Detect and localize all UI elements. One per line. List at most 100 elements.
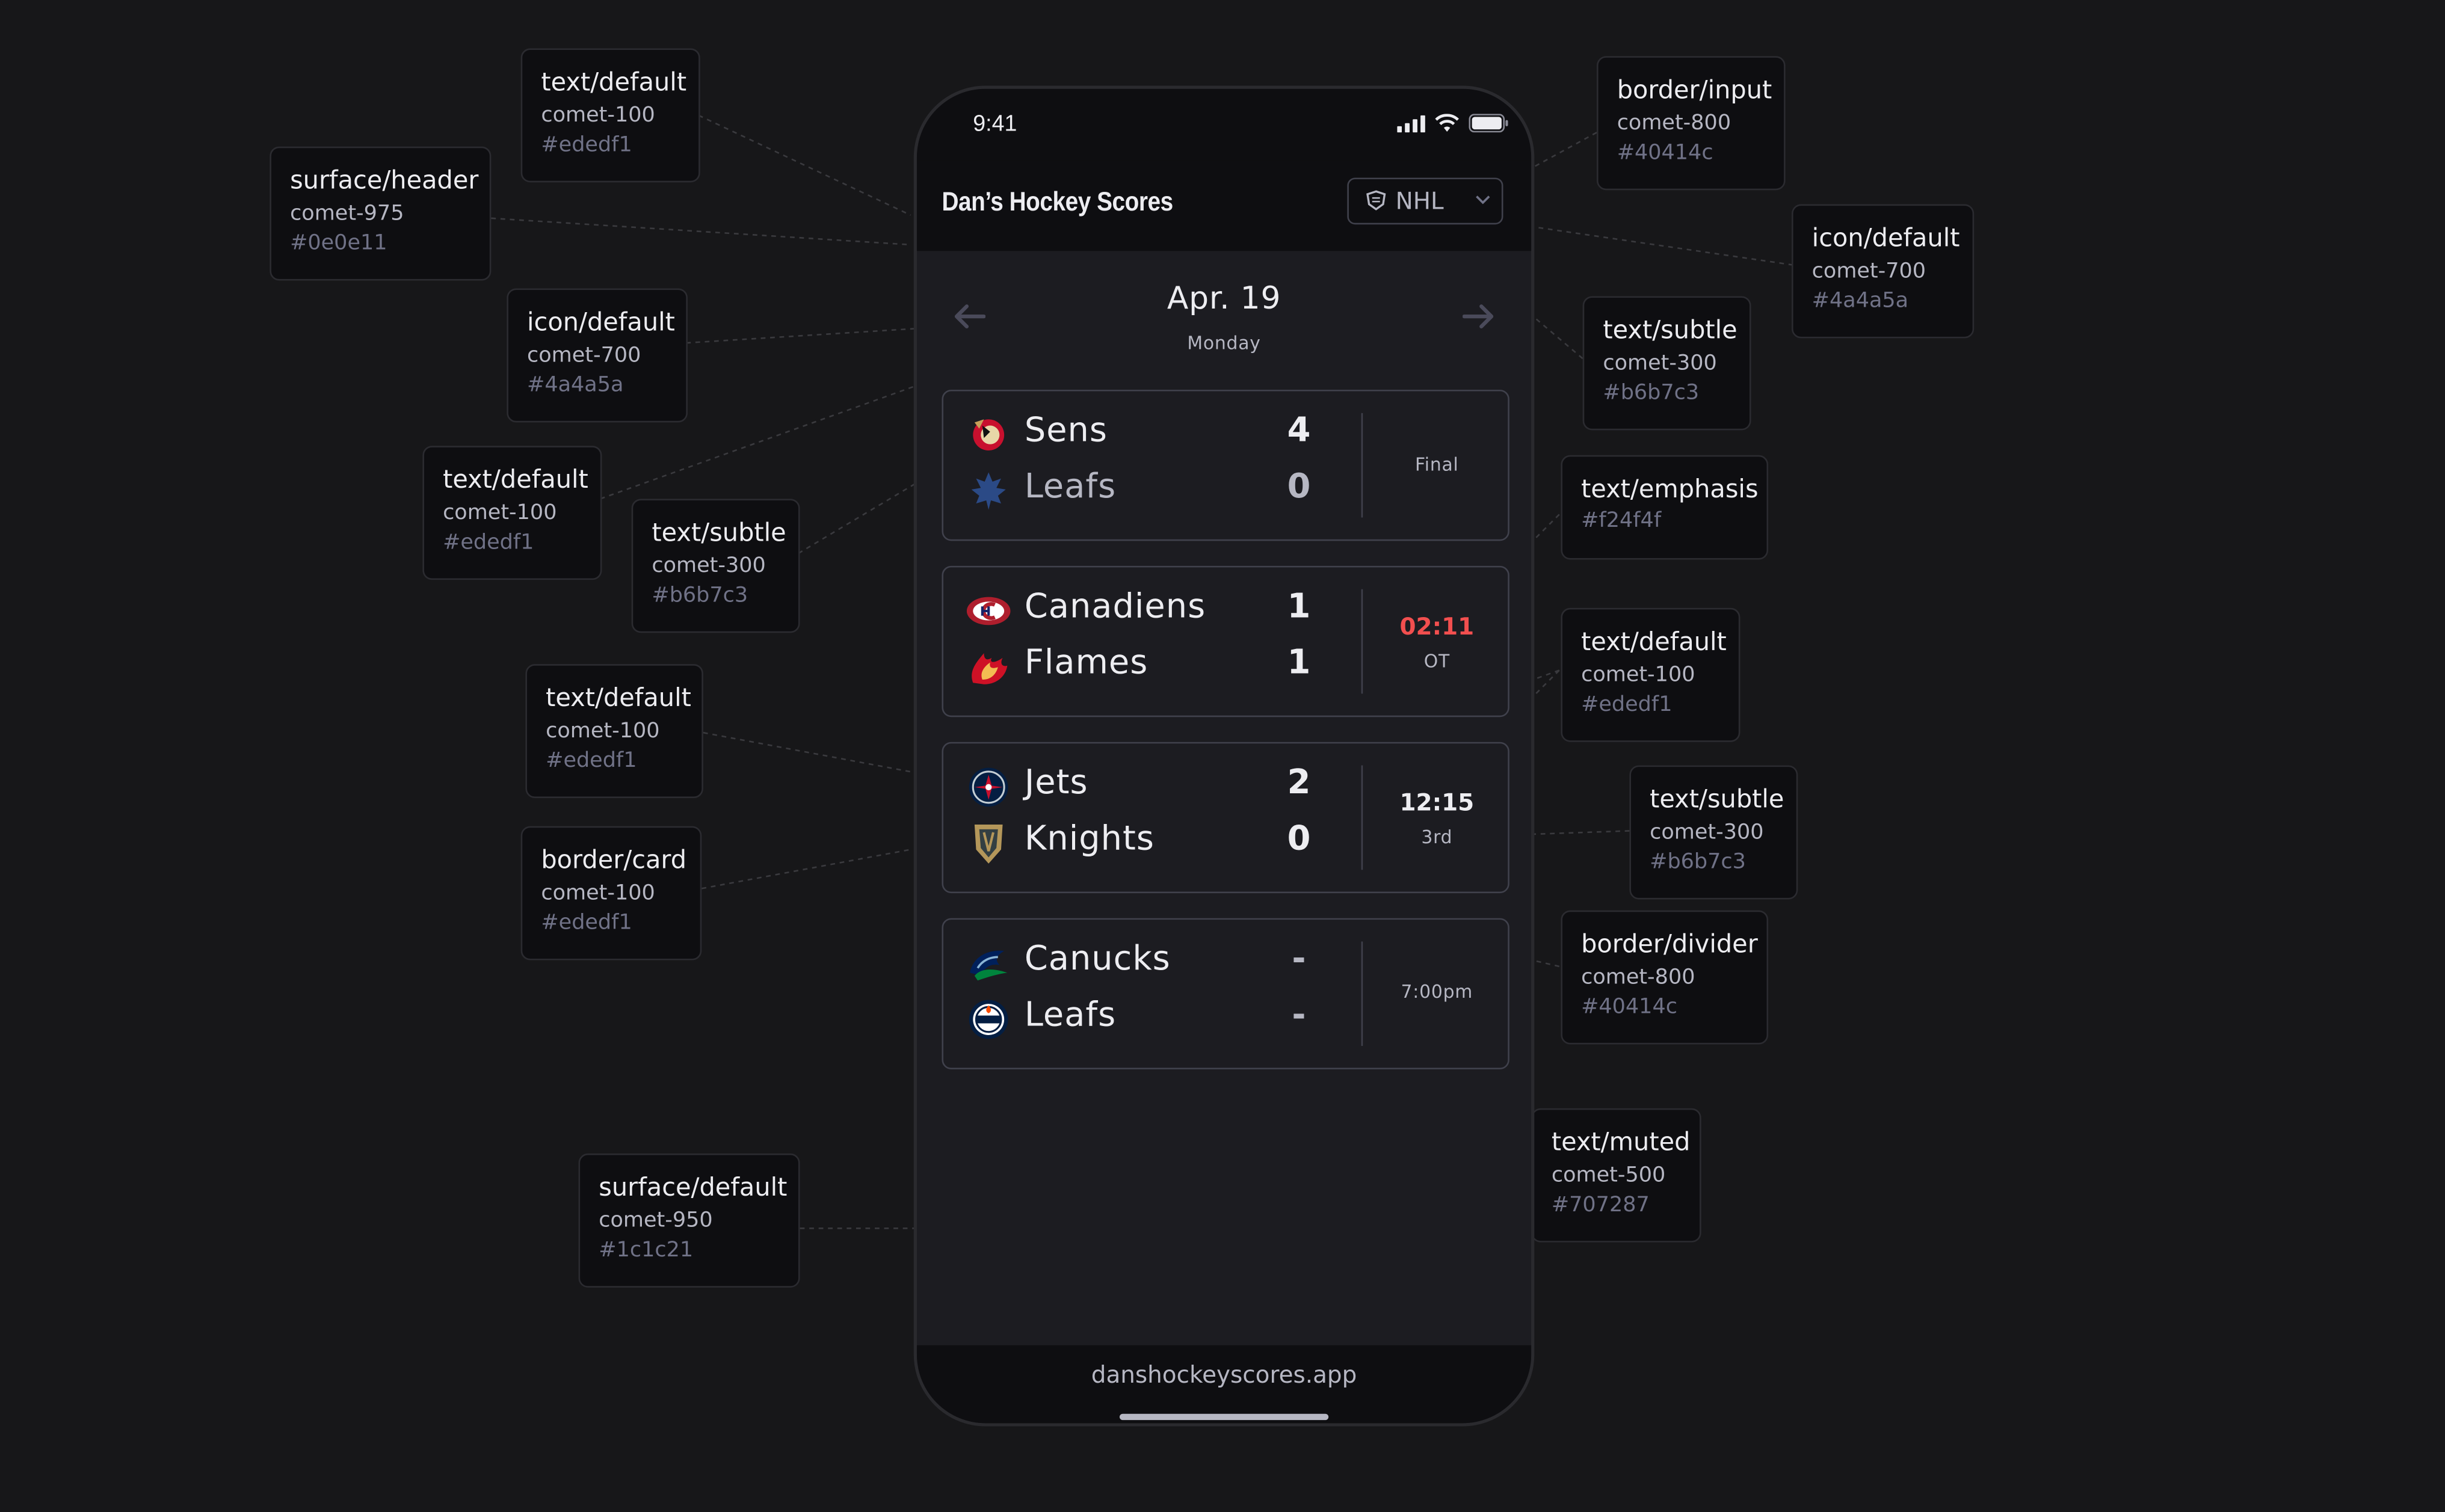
team-score: 0 <box>1287 820 1311 859</box>
token-scale-name: comet-100 <box>541 103 655 128</box>
token-scale-name: comet-500 <box>1551 1163 1666 1188</box>
card-divider <box>1361 765 1363 870</box>
token-hex: #4a4a5a <box>1811 288 1909 313</box>
league-select[interactable]: NHL <box>1347 177 1503 225</box>
oilers-logo <box>969 1000 1008 1039</box>
token-label: text/default <box>541 67 687 97</box>
signal-icon <box>1397 114 1425 132</box>
token-hex: #b6b7c3 <box>1603 380 1700 405</box>
team-row: Jets 2 <box>943 759 1364 815</box>
token-callout: border/divider comet-800 #40414c <box>1561 910 1769 1045</box>
maple-leafs-logo <box>971 472 1006 510</box>
flames-logo <box>972 653 1008 684</box>
chevron-down-icon <box>1476 195 1490 204</box>
battery-icon <box>1469 114 1508 133</box>
token-scale-name: comet-100 <box>443 500 557 526</box>
browser-footer: danshockeyscores.app <box>916 1345 1532 1424</box>
team-name: Leafs <box>1024 467 1117 507</box>
game-card[interactable]: Canucks - Leafs - 7:00pm <box>942 918 1509 1069</box>
token-label: border/divider <box>1581 929 1758 959</box>
token-hex: #b6b7c3 <box>652 583 748 608</box>
token-label: text/muted <box>1551 1126 1691 1157</box>
token-label: text/subtle <box>1603 315 1737 345</box>
team-name: Flames <box>1024 644 1149 683</box>
team-row: Leafs 0 <box>943 463 1364 519</box>
token-label: text/subtle <box>1650 784 1784 814</box>
team-score: 1 <box>1287 644 1311 683</box>
date-navigator: Apr. 19 Monday <box>917 251 1531 388</box>
canucks-logo <box>970 950 1008 981</box>
team-name: Canucks <box>1024 939 1171 979</box>
token-hex: #4a4a5a <box>527 372 624 398</box>
team-name: Knights <box>1024 820 1155 859</box>
game-card[interactable]: Canadiens 1 Flames 1 02:11 OT <box>942 565 1509 718</box>
token-scale-name: comet-700 <box>527 343 641 368</box>
home-indicator[interactable] <box>1119 1413 1329 1421</box>
team-score: 1 <box>1287 588 1311 627</box>
team-name: Sens <box>1024 411 1108 451</box>
app-header: Dan’s Hockey Scores NHL <box>916 160 1532 251</box>
status-bar: 9:41 <box>916 88 1532 161</box>
token-callout: icon/default comet-700 #4a4a5a <box>1791 204 1975 339</box>
token-callout: text/default comet-100 #ededf1 <box>1561 607 1740 742</box>
token-hex: #f24f4f <box>1581 508 1662 533</box>
token-label: icon/default <box>527 307 675 337</box>
token-hex: #ededf1 <box>541 910 632 936</box>
team-row: Canadiens 1 <box>943 583 1364 639</box>
token-label: border/input <box>1617 75 1772 105</box>
arrow-right-icon[interactable] <box>1463 304 1494 329</box>
team-row: Canucks - <box>943 935 1364 991</box>
date-label: Apr. 19 <box>1167 278 1281 317</box>
token-scale-name: comet-975 <box>290 201 404 226</box>
game-status: Final <box>1415 453 1459 476</box>
token-scale-name: comet-100 <box>546 718 660 744</box>
status-time: 9:41 <box>973 112 1017 138</box>
token-scale-name: comet-800 <box>1617 111 1731 136</box>
team-name: Canadiens <box>1024 588 1206 627</box>
token-scale-name: comet-300 <box>1603 351 1717 376</box>
token-label: text/default <box>1581 626 1727 657</box>
token-callout: text/subtle comet-300 #b6b7c3 <box>1629 765 1798 900</box>
token-label: text/subtle <box>652 517 786 547</box>
team-score: - <box>1292 939 1306 979</box>
token-hex: #0e0e11 <box>290 230 387 256</box>
game-clock: 12:15 <box>1399 788 1475 817</box>
game-card[interactable]: Sens 4 Leafs 0 Final <box>942 389 1509 541</box>
jets-logo <box>969 767 1008 807</box>
token-callout: text/default comet-100 #ededf1 <box>520 48 700 183</box>
game-card[interactable]: Jets 2 Knights 0 12:15 3rd <box>942 742 1509 894</box>
game-status: 3rd <box>1421 826 1453 848</box>
token-callout: text/subtle comet-300 #b6b7c3 <box>631 499 800 633</box>
token-hex: #707287 <box>1551 1192 1650 1218</box>
token-callout: text/subtle comet-300 #b6b7c3 <box>1582 296 1751 431</box>
token-scale-name: comet-100 <box>541 880 655 906</box>
token-scale-name: comet-800 <box>1581 965 1695 990</box>
golden-knights-logo <box>974 825 1003 864</box>
token-label: border/card <box>541 844 687 874</box>
token-scale-name: comet-700 <box>1811 259 1926 284</box>
token-callout: surface/default comet-950 #1c1c21 <box>578 1153 800 1288</box>
team-score: - <box>1292 996 1306 1035</box>
token-scale-name: comet-300 <box>1650 820 1764 845</box>
token-label: surface/default <box>599 1172 788 1202</box>
token-callout: border/input comet-800 #40414c <box>1597 56 1786 191</box>
token-scale-name: comet-100 <box>1581 662 1695 687</box>
token-hex: #ededf1 <box>541 132 632 158</box>
card-divider <box>1361 589 1363 694</box>
token-hex: #40414c <box>1581 994 1677 1020</box>
token-hex: #b6b7c3 <box>1650 849 1746 874</box>
team-row: Sens 4 <box>943 407 1364 463</box>
token-hex: #ededf1 <box>443 530 534 555</box>
token-hex: #ededf1 <box>1581 692 1673 718</box>
token-callout: surface/header comet-975 #0e0e11 <box>270 146 492 281</box>
token-callout: text/default comet-100 #ededf1 <box>422 446 602 580</box>
token-scale-name: comet-300 <box>652 553 766 579</box>
game-status: 7:00pm <box>1401 980 1473 1003</box>
phone-frame: 9:41 Dan’s Hockey Scores NHL Apr. 19 Mon… <box>913 85 1535 1427</box>
token-callout: text/muted comet-500 #707287 <box>1531 1108 1701 1243</box>
weekday-label: Monday <box>1187 332 1261 354</box>
token-hex: #ededf1 <box>546 748 637 773</box>
token-scale-name: comet-950 <box>599 1208 713 1234</box>
footer-url[interactable]: danshockeyscores.app <box>917 1361 1531 1389</box>
canadiens-logo <box>966 597 1011 625</box>
